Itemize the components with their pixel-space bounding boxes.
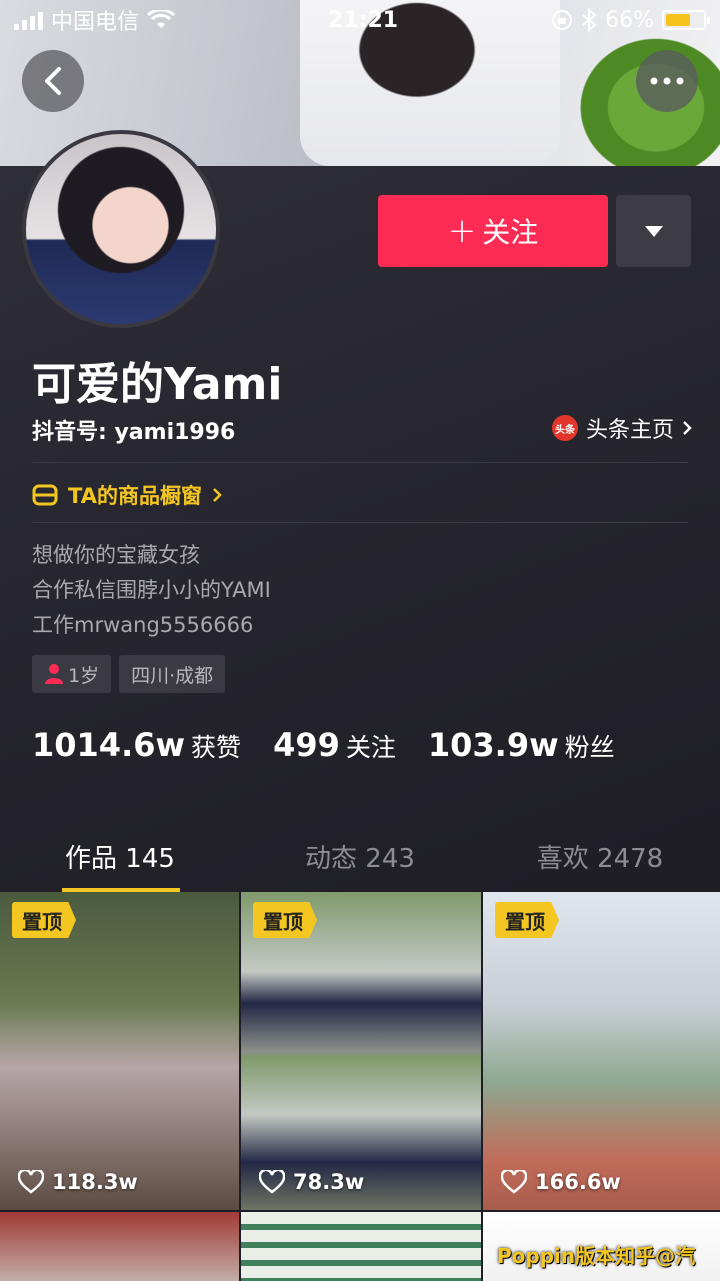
tab-works[interactable]: 作品 145 (0, 820, 240, 892)
divider (32, 522, 688, 523)
likes-count: 166.6w (535, 1170, 621, 1194)
video-thumbnail[interactable] (241, 1212, 481, 1281)
rotation-lock-icon (552, 10, 573, 30)
video-likes: 78.3w (259, 1170, 364, 1194)
age-label: 1岁 (68, 664, 100, 687)
follow-label: 关注 (482, 216, 539, 249)
video-likes: 166.6w (501, 1170, 621, 1194)
triangle-down-icon (644, 225, 663, 237)
shop-window-link[interactable]: TA的商品橱窗 (32, 480, 222, 510)
battery-percent: 66% (605, 7, 654, 33)
followers-stat[interactable]: 103.9w 粉丝 (428, 726, 615, 764)
content-tabs: 作品 145 动态 243 喜欢 2478 (0, 820, 720, 892)
battery-icon (661, 10, 710, 30)
likes-count: 1014.6w (32, 726, 186, 764)
video-likes: 118.3w (18, 1170, 138, 1194)
profile-tags: 1岁 四川·成都 (32, 655, 226, 693)
bio-line: 合作私信围脖小小的YAMI (32, 578, 271, 602)
following-stat[interactable]: 499 关注 (273, 726, 396, 764)
video-thumbnail[interactable]: 置顶 78.3w (241, 892, 481, 1210)
toutiao-label: 头条主页 (585, 418, 674, 443)
bio: 想做你的宝藏女孩 合作私信围脖小小的YAMI 工作mrwang5556666 (32, 538, 271, 643)
pinned-badge: 置顶 (253, 902, 317, 938)
douyin-id: 抖音号: yami1996 (32, 420, 236, 445)
toutiao-logo-icon: 头条 (551, 415, 578, 441)
tab-likes[interactable]: 喜欢 2478 (480, 820, 720, 892)
chevron-right-icon (213, 488, 222, 502)
video-thumbnail[interactable]: 置顶 118.3w (0, 892, 239, 1210)
video-grid: 置顶 118.3w 置顶 78.3w 置顶 166.6w Poppin版本知乎@… (0, 892, 720, 1281)
avatar[interactable] (22, 130, 220, 328)
recommend-dropdown-button[interactable] (616, 195, 691, 267)
likes-label: 获赞 (191, 733, 242, 762)
following-count: 499 (273, 726, 340, 764)
more-button[interactable] (636, 50, 698, 112)
pinned-badge: 置顶 (12, 902, 76, 938)
age-tag: 1岁 (32, 655, 112, 693)
following-label: 关注 (345, 733, 396, 762)
bluetooth-icon (582, 8, 597, 32)
bio-line: 想做你的宝藏女孩 (32, 543, 200, 567)
clock: 21:21 (328, 7, 399, 33)
divider (32, 462, 688, 463)
location-label: 四川·成都 (131, 664, 214, 687)
profile-stats: 1014.6w 获赞 499 关注 103.9w 粉丝 (32, 726, 615, 764)
tab-moments[interactable]: 动态 243 (240, 820, 480, 892)
shop-label: TA的商品橱窗 (68, 484, 202, 508)
chevron-left-icon (45, 67, 61, 95)
follow-button[interactable]: + 关注 (378, 195, 608, 267)
video-thumbnail[interactable]: Poppin版本知乎@汽 (483, 1212, 720, 1281)
bio-line: 工作mrwang5556666 (32, 613, 254, 637)
wifi-icon (147, 10, 176, 28)
chevron-right-icon (683, 421, 692, 435)
video-overlay-text: Poppin版本知乎@汽 (497, 1244, 696, 1268)
back-button[interactable] (22, 50, 84, 112)
carrier-label: 中国电信 (51, 10, 140, 35)
followers-label: 粉丝 (564, 733, 615, 762)
heart-icon (18, 1170, 44, 1194)
video-thumbnail[interactable]: 置顶 166.6w (483, 892, 720, 1210)
plus-icon: + (447, 211, 477, 251)
female-icon (45, 664, 63, 684)
heart-icon (259, 1170, 285, 1194)
heart-icon (501, 1170, 527, 1194)
toutiao-homepage-link[interactable]: 头条 头条主页 (551, 412, 692, 444)
followers-count: 103.9w (427, 726, 559, 764)
likes-count: 78.3w (293, 1170, 365, 1194)
profile-name: 可爱的Yami (32, 359, 283, 410)
status-bar: 中国电信 21:21 66% (0, 0, 720, 40)
more-dots-icon (650, 77, 684, 85)
likes-count: 118.3w (52, 1170, 138, 1194)
video-thumbnail[interactable] (0, 1212, 239, 1281)
location-tag: 四川·成都 (119, 655, 226, 693)
likes-stat[interactable]: 1014.6w 获赞 (32, 726, 241, 764)
shop-icon (32, 484, 58, 506)
pinned-badge: 置顶 (495, 902, 559, 938)
signal-icon (14, 10, 43, 30)
